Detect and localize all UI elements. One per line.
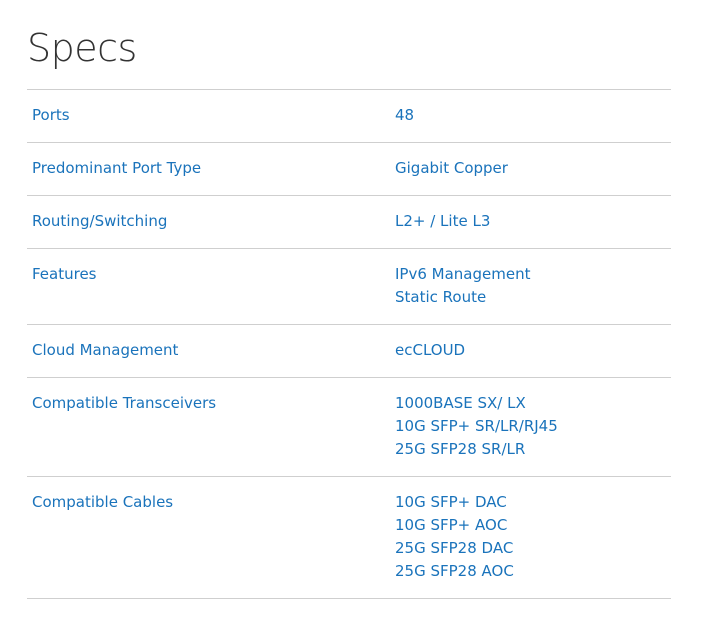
spec-value: Gigabit Copper	[395, 159, 508, 177]
spec-label: Compatible Transceivers	[32, 394, 217, 412]
spec-label: Predominant Port Type	[32, 159, 202, 177]
spec-value: 25G SFP28 AOC	[395, 562, 514, 580]
specs-section: Specs Ports 48 Predominant Port Type Gigabi…	[27, 24, 671, 599]
spec-label: Compatible Cables	[32, 493, 174, 511]
spec-label: Ports	[32, 106, 70, 124]
page-title: Specs	[27, 26, 137, 70]
spec-row: Cloud Management ecCLOUD	[27, 325, 671, 378]
spec-value: 10G SFP+ AOC	[395, 516, 508, 534]
spec-row: Ports 48	[27, 90, 671, 143]
spec-value: 25G SFP28 DAC	[395, 539, 514, 557]
spec-value: 10G SFP+ SR/LR/RJ45	[395, 417, 558, 435]
spec-label: Routing/Switching	[32, 212, 168, 230]
spec-value: IPv6 Management	[395, 265, 531, 283]
spec-value: ecCLOUD	[395, 341, 466, 359]
spec-value: 10G SFP+ DAC	[395, 493, 507, 511]
spec-value: L2+ / Lite L3	[395, 212, 491, 230]
spec-value: Static Route	[395, 288, 487, 306]
spec-values: ecCLOUD	[395, 339, 671, 362]
spec-value: 25G SFP28 SR/LR	[395, 440, 526, 458]
spec-row: Predominant Port Type Gigabit Copper	[27, 143, 671, 196]
spec-row: Features IPv6 Management Static Route	[27, 249, 671, 325]
spec-value: 1000BASE SX/ LX	[395, 394, 526, 412]
spec-values: 1000BASE SX/ LX 10G SFP+ SR/LR/RJ45 25G SF…	[395, 392, 671, 461]
spec-values: IPv6 Management Static Route	[395, 263, 671, 309]
spec-row: Compatible Cables 10G SFP+ DAC 10G SFP+ AO…	[27, 477, 671, 599]
spec-table: Ports 48 Predominant Port Type Gigabit Copp…	[27, 89, 671, 599]
spec-values: 10G SFP+ DAC 10G SFP+ AOC 25G SFP28 DAC 25G…	[395, 491, 671, 583]
spec-values: 48	[395, 104, 671, 127]
spec-values: Gigabit Copper	[395, 157, 671, 180]
spec-values: L2+ / Lite L3	[395, 210, 671, 233]
spec-row: Compatible Transceivers 1000BASE SX/ LX 10…	[27, 378, 671, 477]
spec-label: Cloud Management	[32, 341, 179, 359]
spec-label: Features	[32, 265, 97, 283]
spec-row: Routing/Switching L2+ / Lite L3	[27, 196, 671, 249]
spec-value: 48	[395, 106, 415, 124]
